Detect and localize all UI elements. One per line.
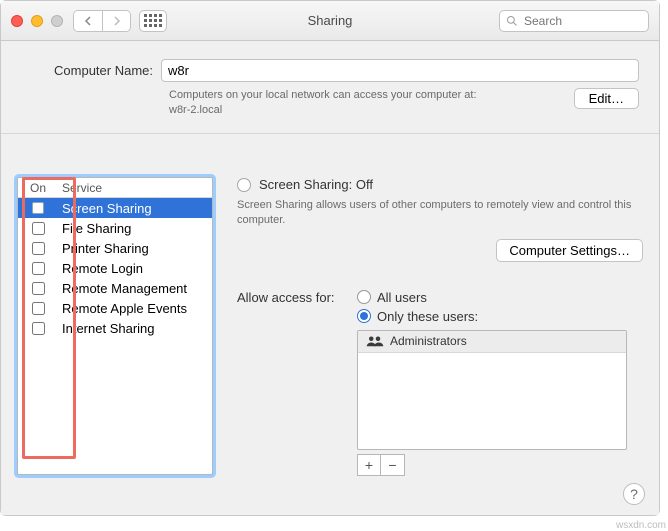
detail-title-row: Screen Sharing: Off: [237, 177, 643, 192]
edit-hostname-button[interactable]: Edit…: [574, 88, 639, 109]
access-label: Allow access for:: [237, 290, 357, 305]
column-on: On: [18, 181, 58, 195]
user-name: Administrators: [390, 334, 467, 348]
computer-name-hint: Computers on your local network can acce…: [169, 88, 477, 119]
service-on-checkbox[interactable]: [32, 262, 45, 275]
apps-grid-icon: [144, 14, 162, 27]
add-user-button[interactable]: +: [357, 454, 381, 476]
service-on-checkbox[interactable]: [32, 322, 45, 335]
minimize-window-button[interactable]: [31, 15, 43, 27]
service-detail: Screen Sharing: Off Screen Sharing allow…: [213, 177, 643, 475]
service-row[interactable]: Remote Login: [18, 258, 212, 278]
service-row[interactable]: Printer Sharing: [18, 238, 212, 258]
service-label: Screen Sharing: [58, 201, 152, 216]
service-row[interactable]: File Sharing: [18, 218, 212, 238]
remove-user-button[interactable]: −: [381, 454, 405, 476]
help-button[interactable]: ?: [623, 483, 645, 505]
service-row[interactable]: Internet Sharing: [18, 318, 212, 338]
service-label: Remote Login: [58, 261, 143, 276]
search-field[interactable]: [499, 10, 649, 32]
nav-back-forward: [73, 10, 131, 32]
window-controls: [11, 15, 63, 27]
users-add-remove: + −: [357, 454, 643, 476]
hint-line-2: w8r-2.local: [169, 104, 222, 116]
access-section: Allow access for: All users Only these u…: [237, 262, 643, 476]
radio-only-users[interactable]: [357, 309, 371, 323]
computer-name-label: Computer Name:: [1, 63, 161, 78]
sharing-preferences-window: Sharing Computer Name: Computers on your…: [0, 0, 660, 516]
column-service: Service: [58, 181, 102, 195]
zoom-window-button[interactable]: [51, 15, 63, 27]
computer-name-input[interactable]: [161, 59, 639, 82]
option-only-users[interactable]: Only these users:: [377, 309, 478, 324]
services-header: On Service: [18, 178, 212, 198]
service-row[interactable]: Screen Sharing: [18, 198, 212, 218]
watermark: wsxdn.com: [616, 520, 666, 531]
users-list[interactable]: Administrators: [357, 330, 627, 450]
detail-title: Screen Sharing: Off: [259, 177, 373, 192]
service-on-checkbox[interactable]: [32, 202, 44, 214]
service-label: Internet Sharing: [58, 321, 155, 336]
search-input[interactable]: [522, 13, 642, 29]
people-icon: [366, 335, 384, 347]
service-label: File Sharing: [58, 221, 131, 236]
status-indicator-icon: [237, 178, 251, 192]
service-on-checkbox[interactable]: [32, 242, 45, 255]
main-area: On Service Screen Sharing File Sharing Pri…: [1, 163, 659, 515]
services-list[interactable]: On Service Screen Sharing File Sharing Pri…: [17, 177, 213, 475]
forward-button[interactable]: [102, 11, 130, 31]
service-row[interactable]: Remote Management: [18, 278, 212, 298]
hint-line-1: Computers on your local network can acce…: [169, 89, 477, 101]
body: Computer Name: Computers on your local n…: [1, 41, 659, 515]
close-window-button[interactable]: [11, 15, 23, 27]
detail-description: Screen Sharing allows users of other com…: [237, 198, 643, 229]
service-label: Remote Apple Events: [58, 301, 187, 316]
radio-all-users[interactable]: [357, 290, 371, 304]
service-on-checkbox[interactable]: [32, 222, 45, 235]
divider: [1, 133, 659, 134]
service-on-checkbox[interactable]: [32, 302, 45, 315]
users-row[interactable]: Administrators: [358, 331, 626, 353]
computer-settings-button[interactable]: Computer Settings…: [496, 239, 643, 262]
search-icon: [506, 15, 518, 27]
service-on-checkbox[interactable]: [32, 282, 45, 295]
computer-name-hint-row: Computers on your local network can acce…: [1, 88, 659, 119]
service-label: Printer Sharing: [58, 241, 149, 256]
show-all-prefs-button[interactable]: [139, 10, 167, 32]
service-label: Remote Management: [58, 281, 187, 296]
computer-name-row: Computer Name:: [1, 41, 659, 88]
back-button[interactable]: [74, 11, 102, 31]
service-row[interactable]: Remote Apple Events: [18, 298, 212, 318]
option-all-users[interactable]: All users: [377, 290, 427, 305]
titlebar: Sharing: [1, 1, 659, 41]
